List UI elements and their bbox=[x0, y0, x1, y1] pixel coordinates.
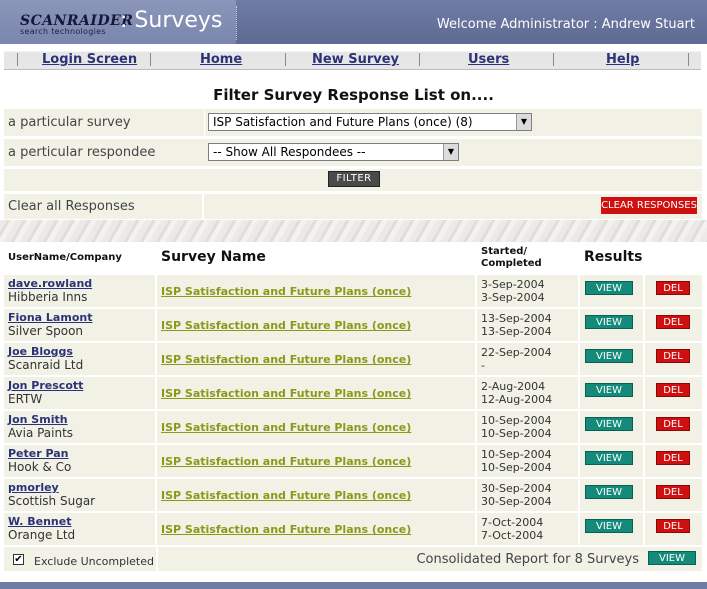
user-link[interactable]: Peter Pan bbox=[8, 447, 69, 460]
nav-divider bbox=[553, 53, 554, 66]
consolidated-report-label: Consolidated Report for 8 Surveys bbox=[416, 552, 639, 567]
survey-link[interactable]: ISP Satisfaction and Future Plans (once) bbox=[161, 489, 411, 502]
clear-responses-button[interactable]: CLEAR RESPONSES bbox=[601, 197, 697, 214]
started-date: 2-Aug-2004 bbox=[481, 380, 546, 393]
completed-date: 30-Sep-2004 bbox=[481, 495, 552, 508]
started-date: 7-Oct-2004 bbox=[481, 516, 544, 529]
dropdown-arrow-icon: ▼ bbox=[443, 144, 458, 160]
logo-divider bbox=[236, 6, 238, 40]
company-name: Hook & Co bbox=[8, 460, 72, 474]
nav-help[interactable]: Help bbox=[606, 52, 639, 67]
user-link[interactable]: Joe Bloggs bbox=[8, 345, 73, 358]
bottom-bar bbox=[0, 582, 707, 589]
survey-select[interactable]: ISP Satisfaction and Future Plans (once)… bbox=[208, 113, 532, 131]
nav-users[interactable]: Users bbox=[468, 52, 509, 67]
survey-link[interactable]: ISP Satisfaction and Future Plans (once) bbox=[161, 319, 411, 332]
completed-date: 12-Aug-2004 bbox=[481, 393, 553, 406]
delete-button[interactable]: DEL bbox=[656, 417, 690, 431]
started-date: 10-Sep-2004 bbox=[481, 448, 552, 461]
started-date: 22-Sep-2004 bbox=[481, 346, 552, 359]
checkmark-icon: ✔ bbox=[14, 554, 23, 565]
company-name: Hibberia Inns bbox=[8, 290, 88, 304]
company-name: ERTW bbox=[8, 392, 43, 406]
decorative-background bbox=[0, 220, 707, 242]
delete-button[interactable]: DEL bbox=[656, 519, 690, 533]
nav-divider bbox=[688, 53, 689, 66]
exclude-uncompleted-checkbox[interactable]: ✔ bbox=[13, 554, 24, 565]
view-button[interactable]: VIEW bbox=[585, 451, 633, 465]
completed-date: 13-Sep-2004 bbox=[481, 325, 552, 338]
nav-new-survey[interactable]: New Survey bbox=[312, 52, 399, 67]
nav-divider bbox=[17, 53, 18, 66]
started-date: 3-Sep-2004 bbox=[481, 278, 545, 291]
column-header-user: UserName/Company bbox=[8, 252, 122, 263]
column-header-dates: Started/ Completed bbox=[481, 246, 542, 270]
exclude-uncompleted-label: Exclude Uncompleted bbox=[34, 555, 154, 568]
survey-link[interactable]: ISP Satisfaction and Future Plans (once) bbox=[161, 353, 411, 366]
delete-button[interactable]: DEL bbox=[656, 349, 690, 363]
filter-button[interactable]: FILTER bbox=[328, 171, 380, 187]
user-link[interactable]: Jon Smith bbox=[8, 413, 68, 426]
column-header-completed: Completed bbox=[481, 258, 542, 269]
user-link[interactable]: Jon Prescott bbox=[8, 379, 83, 392]
survey-link[interactable]: ISP Satisfaction and Future Plans (once) bbox=[161, 387, 411, 400]
column-header-started: Started/ bbox=[481, 246, 528, 257]
survey-filter-label: a particular survey bbox=[8, 115, 131, 130]
survey-link[interactable]: ISP Satisfaction and Future Plans (once) bbox=[161, 285, 411, 298]
view-button[interactable]: VIEW bbox=[585, 519, 633, 533]
completed-date: 3-Sep-2004 bbox=[481, 291, 545, 304]
nav-home[interactable]: Home bbox=[200, 52, 242, 67]
view-button[interactable]: VIEW bbox=[585, 349, 633, 363]
filter-title: Filter Survey Response List on.... bbox=[213, 86, 494, 104]
started-date: 10-Sep-2004 bbox=[481, 414, 552, 427]
nav-divider bbox=[419, 53, 420, 66]
delete-button[interactable]: DEL bbox=[656, 485, 690, 499]
consolidated-view-button[interactable]: VIEW bbox=[648, 551, 696, 565]
survey-link[interactable]: ISP Satisfaction and Future Plans (once) bbox=[161, 523, 411, 536]
delete-button[interactable]: DEL bbox=[656, 281, 690, 295]
view-button[interactable]: VIEW bbox=[585, 315, 633, 329]
delete-button[interactable]: DEL bbox=[656, 383, 690, 397]
app-title: : Surveys bbox=[120, 8, 223, 33]
view-button[interactable]: VIEW bbox=[585, 383, 633, 397]
logo-tagline: search technologies bbox=[20, 27, 106, 36]
started-date: 13-Sep-2004 bbox=[481, 312, 552, 325]
clear-responses-label: Clear all Responses bbox=[8, 199, 135, 214]
view-button[interactable]: VIEW bbox=[585, 417, 633, 431]
completed-date: 10-Sep-2004 bbox=[481, 461, 552, 474]
completed-date: 10-Sep-2004 bbox=[481, 427, 552, 440]
survey-link[interactable]: ISP Satisfaction and Future Plans (once) bbox=[161, 455, 411, 468]
completed-date: 7-Oct-2004 bbox=[481, 529, 544, 542]
cell-divider bbox=[202, 194, 204, 219]
dropdown-arrow-icon: ▼ bbox=[516, 114, 531, 130]
user-link[interactable]: dave.rowland bbox=[8, 277, 92, 290]
user-link[interactable]: pmorley bbox=[8, 481, 59, 494]
nav-divider bbox=[285, 53, 286, 66]
delete-button[interactable]: DEL bbox=[656, 451, 690, 465]
cell-divider bbox=[156, 547, 158, 571]
started-date: 30-Sep-2004 bbox=[481, 482, 552, 495]
user-link[interactable]: W. Bennet bbox=[8, 515, 71, 528]
delete-button[interactable]: DEL bbox=[656, 315, 690, 329]
respondee-select[interactable]: -- Show All Respondees -- ▼ bbox=[208, 143, 459, 161]
column-header-results: Results bbox=[584, 249, 643, 265]
nav-divider bbox=[150, 53, 151, 66]
respondee-select-value: -- Show All Respondees -- bbox=[213, 145, 366, 159]
nav-login-screen[interactable]: Login Screen bbox=[42, 52, 137, 67]
survey-select-value: ISP Satisfaction and Future Plans (once)… bbox=[213, 115, 473, 129]
company-name: Orange Ltd bbox=[8, 528, 76, 542]
survey-link[interactable]: ISP Satisfaction and Future Plans (once) bbox=[161, 421, 411, 434]
completed-date: - bbox=[481, 359, 485, 372]
respondee-filter-label: a perticular respondee bbox=[8, 145, 156, 160]
view-button[interactable]: VIEW bbox=[585, 485, 633, 499]
view-button[interactable]: VIEW bbox=[585, 281, 633, 295]
company-name: Silver Spoon bbox=[8, 324, 84, 338]
company-name: Scanraid Ltd bbox=[8, 358, 84, 372]
user-link[interactable]: Fiona Lamont bbox=[8, 311, 92, 324]
welcome-text: Welcome Administrator : Andrew Stuart bbox=[436, 17, 695, 32]
company-name: Avia Paints bbox=[8, 426, 74, 440]
company-name: Scottish Sugar bbox=[8, 494, 96, 508]
column-header-survey: Survey Name bbox=[161, 249, 266, 265]
